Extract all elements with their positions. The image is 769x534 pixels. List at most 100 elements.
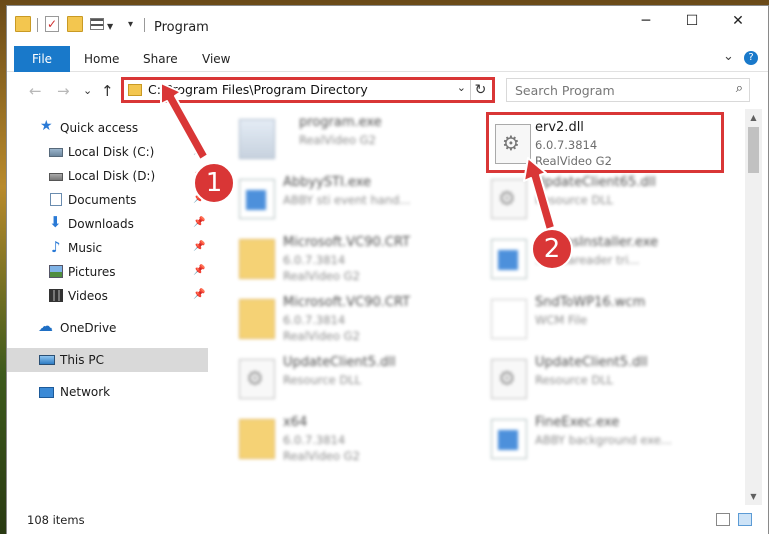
close-button[interactable]: ✕ (715, 6, 761, 38)
pin-icon: 📌 (193, 145, 206, 156)
qat-more-icon[interactable]: ▾ (128, 19, 133, 30)
sidebar-item-onedrive[interactable]: ☁ OneDrive (7, 316, 208, 340)
file-name: FineExec.exe (535, 415, 620, 430)
list-item[interactable]: UpdateClient5.dll Resource DLL (479, 349, 724, 405)
sidebar-item-documents[interactable]: Documents 📌 (7, 188, 208, 212)
list-item[interactable]: FineExec.exe ABBY background exe... (479, 409, 724, 465)
tab-share[interactable]: Share (143, 46, 178, 72)
file-name: SndToWP16.wcm (535, 295, 646, 310)
address-bar[interactable]: C:\Program Files\Program Directory ⌄ ↻ (121, 77, 495, 103)
list-item[interactable]: Microsoft.VC90.CRT 6.0.7.3814 RealVideo … (227, 289, 472, 345)
sidebar-item-label: Videos (68, 289, 108, 303)
file-name: x64 (283, 415, 308, 430)
file-detail: Resource DLL (283, 373, 362, 387)
scrollbar-thumb[interactable] (748, 127, 759, 173)
sidebar-item-local-disk-d[interactable]: Local Disk (D:) 📌 (7, 164, 208, 188)
file-list: program.exe RealVideo G2 AbbyySTI.exe AB… (221, 109, 741, 505)
minimize-button[interactable]: ─ (623, 6, 669, 38)
title-bar: ✓ ▼ ▾ Program ─ ☐ ✕ (7, 6, 768, 46)
file-detail: 6.0.7.3814 (283, 253, 346, 267)
file-detail: RealVideo G2 (299, 133, 376, 147)
recent-locations-icon[interactable]: ⌄ (83, 84, 92, 97)
list-item[interactable]: ...mmsInstaller.exe ...fineareader tri..… (479, 229, 724, 285)
qat-dropdown-icon[interactable]: ▼ (107, 22, 113, 31)
maximize-button[interactable]: ☐ (669, 6, 715, 38)
tab-file[interactable]: File (14, 46, 70, 72)
file-version: 6.0.7.3814 (535, 138, 598, 152)
pictures-icon (49, 265, 63, 278)
exe-file-icon (239, 179, 275, 219)
sidebar-item-label: OneDrive (60, 321, 117, 335)
list-item[interactable]: UpdateClient65.dll Resource DLL (479, 169, 724, 225)
ribbon-tabs: File Home Share View ⌄ ? (7, 46, 768, 72)
list-item[interactable]: Microsoft.VC90.CRT 6.0.7.3814 RealVideo … (227, 229, 472, 285)
pin-icon: 📌 (193, 289, 206, 300)
folder-icon (239, 239, 275, 279)
navigation-bar: ← → ⌄ ↑ C:\Program Files\Program Directo… (7, 73, 768, 109)
list-item[interactable]: x64 6.0.7.3814 RealVideo G2 (227, 409, 472, 465)
vertical-scrollbar[interactable]: ▲ ▼ (745, 109, 762, 505)
expand-ribbon-icon[interactable]: ⌄ (723, 49, 734, 64)
help-icon[interactable]: ? (744, 51, 758, 65)
sidebar-item-label: Documents (68, 193, 137, 207)
drive-icon (49, 173, 63, 181)
exe-file-icon (491, 239, 527, 279)
sidebar-item-this-pc[interactable]: This PC (7, 348, 208, 372)
list-item[interactable]: AbbyySTI.exe ABBY sti event hand... (227, 169, 472, 225)
search-icon[interactable]: ⌕ (736, 81, 743, 96)
sidebar-item-downloads[interactable]: ⬇ Downloads 📌 (7, 212, 208, 236)
sidebar-item-music[interactable]: ♪ Music 📌 (7, 236, 208, 260)
documents-icon (50, 193, 62, 206)
highlighted-file-erv2-dll[interactable]: erv2.dll 6.0.7.3814 RealVideo G2 (486, 112, 724, 173)
properties-check-icon[interactable]: ✓ (45, 16, 59, 32)
file-detail: 6.0.7.3814 (283, 433, 346, 447)
large-icons-view-icon[interactable] (738, 513, 752, 526)
back-arrow-icon[interactable]: ← (29, 82, 42, 100)
list-item[interactable]: program.exe RealVideo G2 (227, 109, 472, 165)
file-detail: Resource DLL (535, 193, 614, 207)
sidebar-item-quick-access[interactable]: ★ Quick access (7, 116, 208, 140)
search-input[interactable]: Search Program (515, 83, 615, 98)
file-name: UpdateClient5.dll (283, 355, 396, 370)
tab-home[interactable]: Home (84, 46, 119, 72)
dll-file-icon (491, 359, 527, 399)
sidebar-item-label: Pictures (68, 265, 116, 279)
new-folder-icon[interactable] (67, 16, 83, 32)
details-view-icon[interactable] (716, 513, 730, 526)
exe-file-icon (239, 119, 275, 159)
address-path[interactable]: C:\Program Files\Program Directory (148, 82, 368, 97)
forward-arrow-icon[interactable]: → (57, 82, 70, 100)
onedrive-icon: ☁ (38, 317, 53, 335)
customize-qat-icon[interactable] (90, 18, 104, 30)
music-icon: ♪ (51, 238, 61, 256)
window-folder-icon (15, 16, 31, 32)
tab-view[interactable]: View (202, 46, 230, 72)
address-history-chevron-icon[interactable]: ⌄ (457, 81, 466, 94)
search-box[interactable]: Search Program ⌕ (506, 78, 750, 102)
file-detail: RealVideo G2 (283, 269, 360, 283)
pin-icon: 📌 (193, 265, 206, 276)
status-bar: 108 items (7, 505, 768, 534)
up-arrow-icon[interactable]: ↑ (101, 82, 114, 100)
pin-icon: 📌 (193, 241, 206, 252)
folder-icon (239, 419, 275, 459)
sidebar-item-pictures[interactable]: Pictures 📌 (7, 260, 208, 284)
refresh-icon[interactable]: ↻ (470, 80, 490, 100)
scroll-down-icon[interactable]: ▼ (745, 488, 762, 505)
sidebar-item-network[interactable]: Network (7, 380, 208, 404)
file-detail: ABBY sti event hand... (283, 193, 411, 207)
list-item[interactable]: SndToWP16.wcm WCM File (479, 289, 724, 345)
sidebar-item-label: Quick access (60, 121, 139, 135)
file-name: UpdateClient5.dll (535, 355, 648, 370)
list-item[interactable]: UpdateClient5.dll Resource DLL (227, 349, 472, 405)
sidebar-item-local-disk-c[interactable]: Local Disk (C:) 📌 (7, 140, 208, 164)
toolbar-separator (37, 18, 38, 32)
sidebar-item-videos[interactable]: Videos 📌 (7, 284, 208, 308)
quick-access-star-icon: ★ (40, 118, 53, 134)
dll-file-icon (491, 179, 527, 219)
file-detail: RealVideo G2 (283, 449, 360, 463)
file-explorer-window: ✓ ▼ ▾ Program ─ ☐ ✕ File Home Share View… (6, 5, 769, 534)
scroll-up-icon[interactable]: ▲ (745, 109, 762, 126)
file-name: erv2.dll (535, 120, 584, 135)
step-1-callout: 1 (193, 162, 235, 204)
